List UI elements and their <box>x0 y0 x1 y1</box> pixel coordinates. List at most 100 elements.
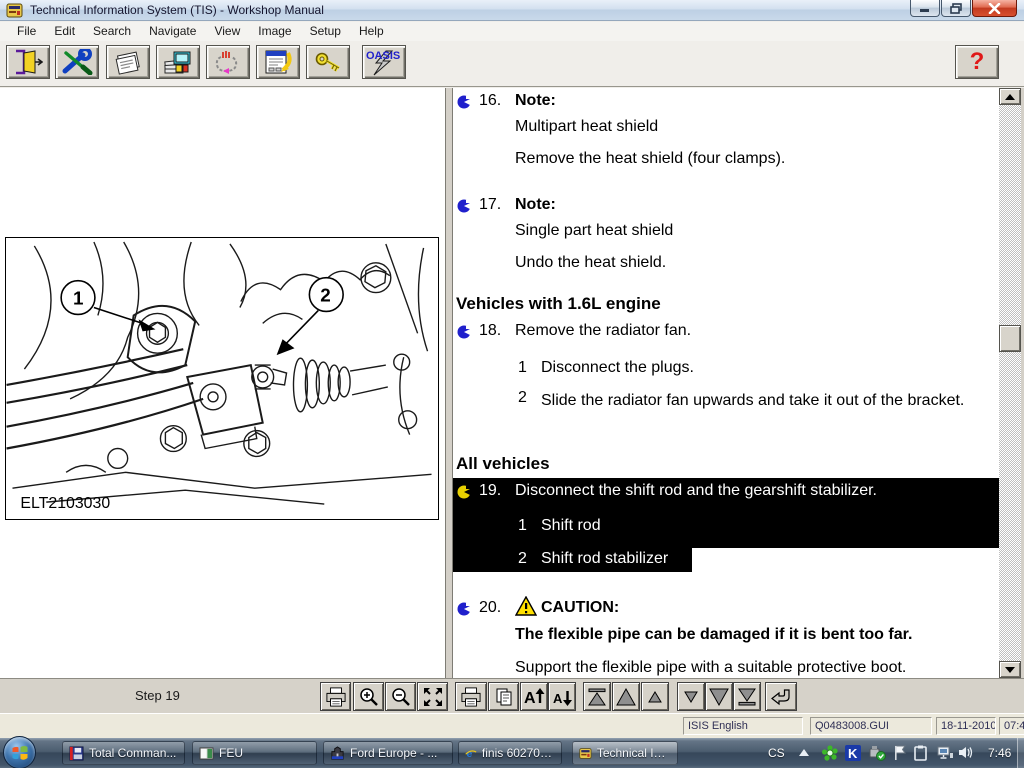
step-text: Multipart heat shield <box>515 118 658 136</box>
tray-network-icon[interactable] <box>937 745 954 760</box>
tray-language-indicator[interactable]: CS <box>768 746 785 760</box>
exit-button[interactable] <box>6 45 50 79</box>
nav-prev-major-button[interactable] <box>612 682 640 711</box>
caution-text: The flexible pipe can be damaged if it i… <box>515 626 912 644</box>
back-button[interactable] <box>765 682 797 711</box>
tray-k-icon[interactable]: K <box>845 745 861 761</box>
tray-volume-icon[interactable] <box>958 745 973 760</box>
nav-first-button[interactable] <box>583 682 611 711</box>
font-decrease-icon: A <box>551 687 573 707</box>
zoom-in-button[interactable] <box>353 682 384 711</box>
title-bar[interactable]: Technical Information System (TIS) - Wor… <box>0 0 1024 21</box>
nav-first-icon <box>587 688 607 706</box>
vertical-scrollbar[interactable] <box>999 88 1021 678</box>
substep-text: Shift rod stabilizer <box>541 550 668 568</box>
step-number: 16. <box>479 92 501 110</box>
taskbar-item-finis[interactable]: e finis 6027025 - ... <box>458 741 562 765</box>
step-marker-icon[interactable] <box>457 95 471 109</box>
print-text-button[interactable] <box>455 682 487 711</box>
print-icon <box>325 687 347 707</box>
tray-clock[interactable]: 7:46 <box>988 746 1011 760</box>
scroll-down-button[interactable] <box>999 661 1021 678</box>
tray-hidden-icon[interactable] <box>798 749 810 757</box>
menu-view[interactable]: View <box>205 22 249 41</box>
back-icon <box>770 688 792 706</box>
callout-2: 2 <box>277 278 344 355</box>
minimize-button[interactable] <box>910 0 940 17</box>
step-text: Remove the heat shield (four clamps). <box>515 150 785 168</box>
notepad-icon <box>113 49 143 75</box>
oasis-button[interactable]: OASIS <box>362 45 406 79</box>
tray-clipboard-icon[interactable] <box>913 745 928 761</box>
start-button[interactable] <box>3 736 36 768</box>
step-text: Undo the heat shield. <box>515 254 666 272</box>
nav-next-major-icon <box>709 688 729 706</box>
restore-icon <box>950 3 962 14</box>
substep-number: 2 <box>518 550 527 568</box>
tray-flag-icon[interactable] <box>893 745 907 761</box>
taskbar-item-total-commander[interactable]: Total Comman... <box>62 741 185 765</box>
menu-setup[interactable]: Setup <box>301 22 350 41</box>
notepad-button[interactable] <box>106 45 150 79</box>
print-icon <box>460 687 482 707</box>
help-icon: ? <box>970 50 985 74</box>
help-button[interactable]: ? <box>955 45 999 79</box>
feu-icon <box>199 747 214 760</box>
menu-image[interactable]: Image <box>249 22 300 41</box>
menu-search[interactable]: Search <box>84 22 140 41</box>
substep-number: 2 <box>518 389 527 407</box>
status-date: 18-11-2010 <box>936 717 996 735</box>
scrollbar-thumb[interactable] <box>999 325 1021 352</box>
main-area: 1 2 ELT2103030 <box>0 88 1024 678</box>
step-marker-icon[interactable] <box>457 325 471 339</box>
svg-text:A: A <box>553 691 563 706</box>
tray-usb-icon[interactable] <box>868 745 886 761</box>
taskbar-item-tis[interactable]: Technical Infor... <box>572 741 678 765</box>
restore-button[interactable] <box>941 0 971 17</box>
menu-file[interactable]: File <box>8 22 45 41</box>
nav-next-minor-button[interactable] <box>677 682 705 711</box>
status-filename: Q0483008.GUI <box>810 717 932 735</box>
taskbar-item-ford-europe[interactable]: Ford Europe - ... <box>323 741 453 765</box>
procedure-pane: 16. Note: Multipart heat shield Remove t… <box>452 88 999 678</box>
copy-button[interactable] <box>488 682 519 711</box>
figure-label: ELT2103030 <box>20 495 110 512</box>
tools-button[interactable] <box>55 45 99 79</box>
show-desktop-button[interactable] <box>1017 738 1024 768</box>
report-button[interactable] <box>256 45 300 79</box>
section-heading: All vehicles <box>456 454 550 474</box>
key-button[interactable] <box>306 45 350 79</box>
nav-prev-major-icon <box>616 688 636 706</box>
scroll-up-button[interactable] <box>999 88 1021 105</box>
zoom-out-button[interactable] <box>385 682 416 711</box>
manuals-button[interactable] <box>156 45 200 79</box>
close-button[interactable] <box>972 0 1017 17</box>
nav-last-button[interactable] <box>733 682 761 711</box>
exit-icon <box>13 49 43 75</box>
section-heading: Vehicles with 1.6L engine <box>456 294 661 314</box>
font-decrease-button[interactable]: A <box>548 682 576 711</box>
step-marker-icon-active[interactable] <box>457 485 471 499</box>
process-button[interactable] <box>206 45 250 79</box>
step-number: 17. <box>479 196 501 214</box>
nav-prev-minor-button[interactable] <box>641 682 669 711</box>
menu-navigate[interactable]: Navigate <box>140 22 205 41</box>
nav-prev-minor-icon <box>648 691 662 703</box>
total-commander-icon <box>69 746 84 761</box>
menu-edit[interactable]: Edit <box>45 22 84 41</box>
nav-next-major-button[interactable] <box>705 682 733 711</box>
svg-text:1: 1 <box>73 288 83 309</box>
report-icon <box>263 49 293 75</box>
menu-help[interactable]: Help <box>350 22 393 41</box>
zoom-out-icon <box>391 687 411 707</box>
step-marker-icon[interactable] <box>457 199 471 213</box>
fit-to-window-button[interactable] <box>417 682 448 711</box>
svg-text:A: A <box>524 690 536 707</box>
zoom-in-icon <box>359 687 379 707</box>
tray-icq-icon[interactable] <box>822 745 838 761</box>
taskbar-item-feu[interactable]: FEU <box>192 741 317 765</box>
print-figure-button[interactable] <box>320 682 351 711</box>
svg-text:2: 2 <box>320 285 331 306</box>
font-increase-button[interactable]: A <box>520 682 548 711</box>
step-marker-icon[interactable] <box>457 602 471 616</box>
